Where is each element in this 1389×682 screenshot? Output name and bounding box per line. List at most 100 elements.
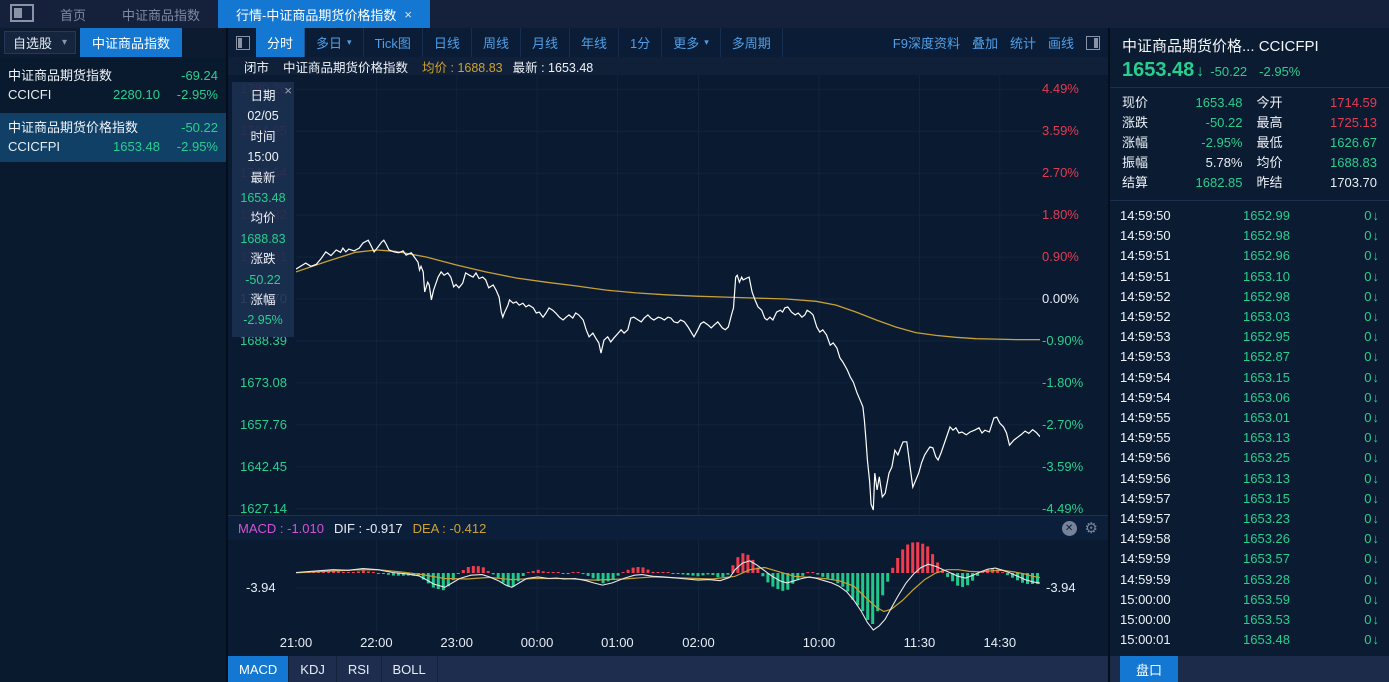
time-tick-22:00: 22:00 <box>360 635 393 650</box>
watchlist-item-CCICFI[interactable]: 中证商品期货指数 -69.24 CCICFI 2280.10 -2.95% <box>0 61 226 110</box>
tab-close-icon[interactable]: × <box>404 7 412 22</box>
indicator-tab-MACD[interactable]: MACD <box>228 656 290 682</box>
sale-volume: 0 <box>1364 591 1372 607</box>
collapse-left-panel-icon[interactable] <box>236 35 250 50</box>
toolbar-action-画线[interactable]: 画线 <box>1042 28 1080 57</box>
watchlist-item-CCICFPI[interactable]: 中证商品期货价格指数 -50.22 CCICFPI 1653.48 -2.95% <box>0 113 226 162</box>
tooltip-close-icon[interactable]: × <box>284 83 292 98</box>
toolbar-item-月线[interactable]: 月线 <box>521 28 570 57</box>
collapse-right-panel-icon[interactable] <box>1086 35 1100 50</box>
toolbar-item-多周期[interactable]: 多周期 <box>721 28 783 57</box>
percent-tick-6: -0.90% <box>1042 332 1084 348</box>
sale-volume: 0 <box>1364 410 1372 426</box>
stat-现价: 现价 1653.48 <box>1122 93 1243 113</box>
top-tab-1[interactable]: 中证商品指数 <box>104 0 218 28</box>
sale-direction-down-icon: ↓ <box>1372 591 1380 607</box>
stats-row-4: 结算 1682.85 昨结 1703.70 <box>1122 173 1377 193</box>
toolbar-item-周线[interactable]: 周线 <box>472 28 521 57</box>
tooltip-value: -2.95% <box>243 313 283 328</box>
stat-value: 1714.59 <box>1330 95 1377 110</box>
indicator-settings-gear-icon[interactable]: ⚙ <box>1085 519 1098 537</box>
indicator-tab-RSI[interactable]: RSI <box>337 656 382 682</box>
toolbar-action-统计[interactable]: 统计 <box>1004 28 1042 57</box>
tooltip-value: 02/05 <box>247 109 279 124</box>
toolbar-item-日线[interactable]: 日线 <box>423 28 472 57</box>
sale-volume: 0 <box>1364 571 1372 587</box>
sale-direction-down-icon: ↓ <box>1372 571 1380 587</box>
intraday-price-chart[interactable]: 1780.261764.951749.641734.321719.011703.… <box>228 75 1108 516</box>
sale-price: 1653.15 <box>1243 490 1290 506</box>
stat-均价: 均价 1688.83 <box>1257 153 1378 173</box>
sale-time: 14:59:56 <box>1120 470 1171 486</box>
top-tab-2[interactable]: 行情-中证商品期货价格指数 × <box>218 0 430 28</box>
macd-header: MACD : -1.010 DIF : -0.917 DEA : -0.412 … <box>228 515 1108 540</box>
toolbar-item-label: 日线 <box>433 36 460 51</box>
instrument-change-percent: -2.95% <box>176 139 218 154</box>
sale-direction-down-icon: ↓ <box>1372 349 1380 365</box>
close-indicator-icon[interactable]: ✕ <box>1061 520 1077 536</box>
toolbar-item-label: 年线 <box>580 36 607 51</box>
sale-direction-down-icon: ↓ <box>1372 228 1380 244</box>
stats-row-3: 振幅 5.78% 均价 1688.83 <box>1122 153 1377 173</box>
sale-time: 14:59:50 <box>1120 228 1171 244</box>
toolbar-action-F9深度资料[interactable]: F9深度资料 <box>887 28 966 57</box>
toolbar-item-更多[interactable]: 更多 ▾ <box>662 28 721 57</box>
toolbar-action-叠加[interactable]: 叠加 <box>966 28 1004 57</box>
watchlist-item-row1: 中证商品期货指数 -69.24 <box>8 66 218 85</box>
watchlist-sidebar: 自选股 ▾ 中证商品指数 中证商品期货指数 -69.24 CCICFI 2280.10… <box>0 28 228 682</box>
last-price-readout: 最新 : 1653.48 <box>512 60 594 75</box>
chart-panel: 分时 多日 ▾ Tick图 日线 周线 月线 年线 1分 更多 ▾ 多周期 F9深度资料 叠加 统计 画线 … <box>228 28 1110 682</box>
tooltip-label: 涨跌 <box>250 252 276 267</box>
watchlist-item-row2: CCICFPI 1653.48 -2.95% <box>8 137 218 156</box>
time-and-sales-list[interactable]: 14:59:50 1652.99 0 ↓ 14:59:50 1652.98 0 ↓ 14:59:… <box>1110 201 1389 655</box>
sale-volume: 0 <box>1364 511 1372 527</box>
sale-volume: 0 <box>1364 389 1372 405</box>
sale-row-4: 14:59:52 1652.98 0 ↓ <box>1120 287 1379 307</box>
macd-indicator-pane[interactable]: -3.94 -3.94 <box>228 540 1108 632</box>
toolbar-item-年线[interactable]: 年线 <box>570 28 619 57</box>
sale-volume: 0 <box>1364 430 1372 446</box>
instrument-change: -69.24 <box>181 68 218 83</box>
caret-down-icon: ▾ <box>704 37 709 47</box>
stats-row-2: 涨幅 -2.95% 最低 1626.67 <box>1122 133 1377 153</box>
top-tab-0[interactable]: 首页 <box>42 0 104 28</box>
sale-row-0: 14:59:50 1652.99 0 ↓ <box>1120 206 1379 226</box>
sale-direction-down-icon: ↓ <box>1372 208 1380 223</box>
sale-direction-down-icon: ↓ <box>1372 612 1380 628</box>
avg-price-readout: 均价 : 1688.83 <box>422 60 503 75</box>
time-tick-14:30: 14:30 <box>983 635 1017 650</box>
sale-time: 14:59:52 <box>1120 288 1171 304</box>
period-buttons: 分时 多日 ▾ Tick图 日线 周线 月线 年线 1分 更多 ▾ 多周期 <box>256 28 783 57</box>
sale-price: 1653.13 <box>1243 470 1290 486</box>
sale-volume: 0 <box>1364 208 1372 223</box>
toolbar-item-1分[interactable]: 1分 <box>619 28 663 57</box>
watchlist-tab-csi-commodity[interactable]: 中证商品指数 <box>80 28 183 57</box>
stat-label: 最低 <box>1256 135 1283 150</box>
layout-panel-icon[interactable] <box>10 4 34 22</box>
indicator-tab-KDJ[interactable]: KDJ <box>289 656 337 682</box>
toolbar-item-多日[interactable]: 多日 ▾ <box>305 28 364 57</box>
sale-direction-down-icon: ↓ <box>1372 531 1380 547</box>
sale-volume: 0 <box>1364 490 1372 506</box>
sale-time: 14:59:53 <box>1120 349 1171 365</box>
instrument-change-percent: -2.95% <box>176 87 218 102</box>
order-book-tab-label: 盘口 <box>1135 662 1162 678</box>
tooltip-label: 均价 <box>250 211 276 226</box>
quote-panel: 中证商品期货价格... CCICFPI 1653.48 ↓ -50.22 -2.… <box>1110 28 1389 682</box>
toolbar-item-分时[interactable]: 分时 <box>256 28 306 57</box>
caret-down-icon: ▾ <box>62 37 68 48</box>
watchlist-item-row1: 中证商品期货价格指数 -50.22 <box>8 118 218 137</box>
percent-tick-3: 1.80% <box>1042 207 1079 223</box>
stat-label: 涨幅 <box>1122 135 1149 150</box>
toolbar-item-Tick图[interactable]: Tick图 <box>364 28 423 57</box>
indicator-tab-BOLL[interactable]: BOLL <box>382 656 438 682</box>
sale-price: 1653.28 <box>1243 571 1290 587</box>
top-tab-label: 中证商品指数 <box>122 7 201 23</box>
order-book-tab[interactable]: 盘口 <box>1120 656 1178 682</box>
sale-direction-down-icon: ↓ <box>1372 288 1380 304</box>
time-tick-10:00: 10:00 <box>802 635 836 650</box>
watchlist-group-dropdown[interactable]: 自选股 ▾ <box>4 31 77 54</box>
sale-direction-down-icon: ↓ <box>1372 248 1380 264</box>
sale-direction-down-icon: ↓ <box>1372 551 1380 567</box>
sale-price: 1653.06 <box>1243 389 1290 405</box>
